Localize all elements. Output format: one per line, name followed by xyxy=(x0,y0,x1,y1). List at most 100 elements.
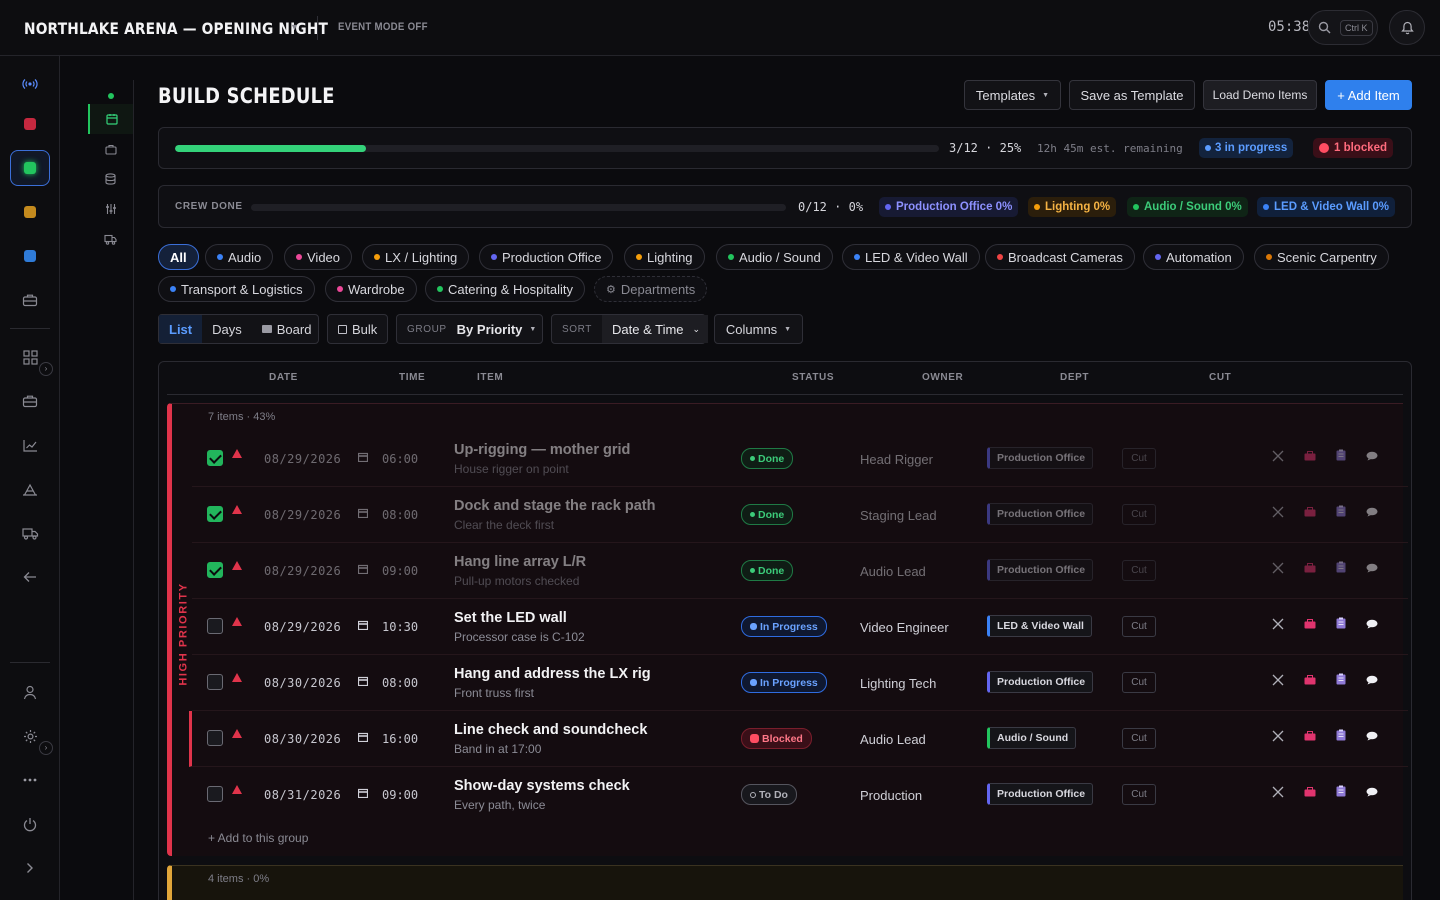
cut-button[interactable]: Cut xyxy=(1122,672,1156,693)
row-time[interactable]: 09:00 xyxy=(382,788,418,802)
row-time[interactable]: 10:30 xyxy=(382,620,418,634)
row-time[interactable]: 08:00 xyxy=(382,508,418,522)
red-module-nav[interactable] xyxy=(10,106,50,142)
departments-button[interactable]: ⚙ Departments xyxy=(594,276,708,302)
close-icon[interactable] xyxy=(1272,618,1284,630)
row-dept[interactable]: Production Office xyxy=(987,783,1094,805)
cut-button[interactable]: Cut xyxy=(1122,784,1156,805)
view-days[interactable]: Days xyxy=(202,315,252,343)
row-date[interactable]: 08/30/2026 xyxy=(264,676,341,690)
analytics-nav[interactable] xyxy=(10,427,50,463)
clipboard-icon[interactable] xyxy=(1336,505,1346,517)
row-owner[interactable]: Audio Lead xyxy=(860,564,926,579)
close-icon[interactable] xyxy=(1272,730,1284,742)
row-checkbox[interactable] xyxy=(207,450,223,466)
row-time[interactable]: 08:00 xyxy=(382,676,418,690)
clipboard-icon[interactable] xyxy=(1336,617,1346,629)
clipboard-icon[interactable] xyxy=(1336,561,1346,573)
calendar-icon[interactable] xyxy=(358,620,368,630)
toolbox-icon[interactable] xyxy=(1304,507,1316,517)
filter-production-office[interactable]: Production Office xyxy=(479,244,614,270)
table-row[interactable]: 08/29/2026 10:30 Set the LED wall Proces… xyxy=(192,599,1408,655)
column-header-cut[interactable]: CUT xyxy=(1209,372,1231,383)
mixer-tab[interactable] xyxy=(88,194,133,224)
close-icon[interactable] xyxy=(1272,562,1284,574)
row-date[interactable]: 08/30/2026 xyxy=(264,732,341,746)
comment-icon[interactable] xyxy=(1366,507,1378,517)
filter-lx-lighting[interactable]: LX / Lighting xyxy=(362,244,470,270)
row-title[interactable]: Line check and soundcheck xyxy=(454,722,647,738)
filter-audio[interactable]: Audio xyxy=(205,244,274,270)
row-checkbox[interactable] xyxy=(207,674,223,690)
save-template-button[interactable]: Save as Template xyxy=(1069,80,1195,110)
chevron-down-icon[interactable]: ▼ xyxy=(290,22,299,32)
blue-module-nav[interactable] xyxy=(10,238,50,274)
broadcast-nav[interactable] xyxy=(10,66,50,102)
gear-tab[interactable] xyxy=(88,134,133,164)
filter-audio-sound[interactable]: Audio / Sound xyxy=(716,244,833,270)
power-nav[interactable] xyxy=(10,806,50,842)
view-board[interactable]: Board xyxy=(252,315,322,343)
chevron-right-icon[interactable]: › xyxy=(39,362,53,376)
in-progress-badge[interactable]: 3 in progress xyxy=(1199,138,1294,158)
toolbox-icon[interactable] xyxy=(1304,619,1316,629)
status-badge[interactable]: Blocked xyxy=(741,728,812,749)
row-dept[interactable]: Production Office xyxy=(987,671,1094,693)
row-title[interactable]: Dock and stage the rack path xyxy=(454,498,655,514)
column-header-owner[interactable]: OWNER xyxy=(922,372,963,383)
cut-button[interactable]: Cut xyxy=(1122,560,1156,581)
status-badge[interactable]: In Progress xyxy=(741,672,827,693)
group-select[interactable]: GROUP By Priority ▼ xyxy=(396,314,543,344)
status-badge[interactable]: Done xyxy=(741,504,794,525)
row-checkbox[interactable] xyxy=(207,730,223,746)
row-time[interactable]: 06:00 xyxy=(382,452,418,466)
row-title[interactable]: Show-day systems check xyxy=(454,778,630,794)
filter-catering-hospitality[interactable]: Catering & Hospitality xyxy=(425,276,585,302)
filter-wardrobe[interactable]: Wardrobe xyxy=(325,276,417,302)
dept-badge[interactable]: Audio / Sound 0% xyxy=(1127,197,1248,217)
close-icon[interactable] xyxy=(1272,674,1284,686)
dept-badge[interactable]: LED & Video Wall 0% xyxy=(1257,197,1396,217)
row-title[interactable]: Hang and address the LX rig xyxy=(454,666,651,682)
comment-icon[interactable] xyxy=(1366,563,1378,573)
toolbox-icon[interactable] xyxy=(1304,563,1316,573)
row-time[interactable]: 09:00 xyxy=(382,564,418,578)
green-module-nav[interactable] xyxy=(10,150,50,186)
bulk-button[interactable]: Bulk xyxy=(327,314,388,344)
dept-badge[interactable]: Lighting 0% xyxy=(1028,197,1117,217)
table-row[interactable]: 08/30/2026 08:00 Hang and address the LX… xyxy=(192,655,1408,711)
transport-nav[interactable] xyxy=(10,515,50,551)
filter-lighting[interactable]: Lighting xyxy=(624,244,705,270)
filter-scenic-carpentry[interactable]: Scenic Carpentry xyxy=(1254,244,1389,270)
calendar-icon[interactable] xyxy=(358,732,368,742)
row-owner[interactable]: Head Rigger xyxy=(860,452,933,467)
expand-nav[interactable] xyxy=(10,850,50,886)
row-owner[interactable]: Production xyxy=(860,788,922,803)
status-badge[interactable]: Done xyxy=(741,560,794,581)
column-header-date[interactable]: DATE xyxy=(269,372,298,383)
row-checkbox[interactable] xyxy=(207,562,223,578)
column-header-time[interactable]: TIME xyxy=(399,372,425,383)
row-title[interactable]: Set the LED wall xyxy=(454,610,567,626)
clipboard-icon[interactable] xyxy=(1336,449,1346,461)
toolbox-icon[interactable] xyxy=(1304,731,1316,741)
filter-broadcast-cameras[interactable]: Broadcast Cameras xyxy=(985,244,1135,270)
calendar-icon[interactable] xyxy=(358,508,368,518)
table-row[interactable]: 08/31/2026 09:00 Show-day systems check … xyxy=(192,767,1408,823)
row-date[interactable]: 08/29/2026 xyxy=(264,620,341,634)
row-title[interactable]: Up-rigging — mother grid xyxy=(454,442,630,458)
amber-module-nav[interactable] xyxy=(10,194,50,230)
toolbox-icon[interactable] xyxy=(1304,451,1316,461)
cut-button[interactable]: Cut xyxy=(1122,504,1156,525)
table-row[interactable]: 08/30/2026 16:00 Line check and soundche… xyxy=(189,711,1408,767)
row-time[interactable]: 16:00 xyxy=(382,732,418,746)
status-badge[interactable]: To Do xyxy=(741,784,797,805)
row-owner[interactable]: Audio Lead xyxy=(860,732,926,747)
briefcase-nav[interactable] xyxy=(10,383,50,419)
load-demo-button[interactable]: Load Demo Items xyxy=(1203,80,1317,110)
back-nav[interactable] xyxy=(10,559,50,595)
table-row[interactable]: 08/29/2026 06:00 Up-rigging — mother gri… xyxy=(192,431,1408,487)
dept-badge[interactable]: Production Office 0% xyxy=(879,197,1019,217)
row-owner[interactable]: Staging Lead xyxy=(860,508,937,523)
blocked-badge[interactable]: 1 blocked xyxy=(1313,138,1394,158)
